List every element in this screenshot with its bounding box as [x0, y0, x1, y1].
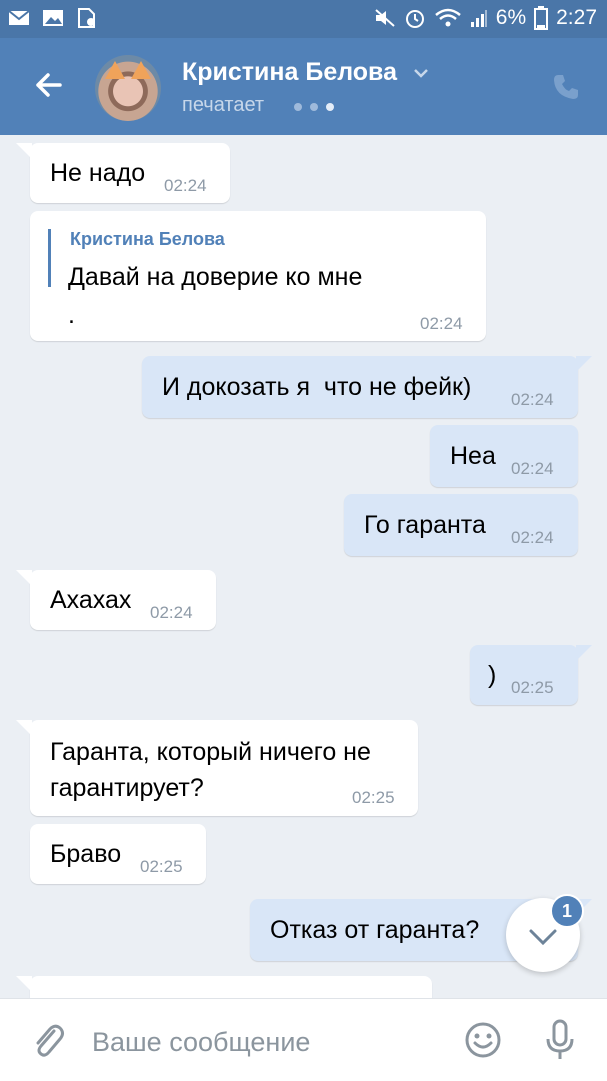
- message-time: 02:24: [511, 390, 554, 409]
- microphone-icon[interactable]: [544, 1019, 576, 1061]
- message-incoming[interactable]: Гаранта, который ничего не гарантирует? …: [16, 720, 418, 816]
- mail-icon: [8, 10, 30, 25]
- chat-header: Кристина Белова печатает: [0, 38, 607, 135]
- contact-name[interactable]: Кристина Белова: [182, 58, 397, 87]
- message-outgoing[interactable]: ) 02:25: [470, 645, 592, 705]
- signal-icon: [470, 10, 487, 27]
- mute-icon: [375, 9, 395, 27]
- message-text: Давай на доверие ко мне .: [68, 263, 363, 329]
- emoji-icon[interactable]: [464, 1021, 502, 1059]
- message-incoming-reply[interactable]: Кристина Белова Давай на доверие ко мне …: [30, 211, 486, 341]
- message-time: 02:25: [352, 788, 395, 807]
- message-time: 02:24: [511, 459, 554, 478]
- message-text: И докозать я что не фейк): [162, 373, 472, 401]
- image-icon: [43, 10, 63, 26]
- message-text: Ахахах: [50, 586, 132, 614]
- message-time: 02:24: [511, 528, 554, 547]
- phone-icon[interactable]: [551, 72, 581, 102]
- chevron-down-icon[interactable]: [412, 66, 430, 80]
- message-time: 02:24: [420, 314, 463, 333]
- battery-icon: [534, 6, 549, 30]
- battery-percent: 6%: [495, 6, 527, 29]
- message-text: Гаранта, который ничего не гарантирует?: [50, 738, 371, 802]
- file-icon: [78, 8, 95, 28]
- message-time: 02:24: [150, 603, 193, 622]
- message-time: 02:25: [140, 857, 183, 876]
- reply-quote-bar: [48, 229, 51, 287]
- status-bar: 6% 2:27: [0, 0, 607, 38]
- back-arrow-icon[interactable]: [28, 64, 70, 106]
- message-text: Отказ от гаранта?: [270, 916, 480, 944]
- message-incoming[interactable]: Браво 02:25: [30, 824, 206, 884]
- clock: 2:27: [556, 6, 597, 29]
- wifi-icon: [434, 8, 461, 27]
- typing-status: печатает: [182, 94, 265, 116]
- message-outgoing[interactable]: Неа 02:24: [430, 425, 578, 487]
- message-time: 02:24: [164, 176, 207, 195]
- typing-indicator: [294, 103, 334, 111]
- message-outgoing[interactable]: Го гаранта 02:24: [344, 494, 578, 556]
- message-outgoing[interactable]: И докозать я что не фейк) 02:24: [142, 356, 592, 418]
- message-incoming[interactable]: Не надо 02:24: [16, 143, 230, 203]
- message-incoming[interactable]: Ахахах 02:24: [16, 570, 216, 630]
- alarm-icon: [405, 10, 424, 28]
- message-input[interactable]: [90, 1019, 434, 1065]
- attach-icon[interactable]: [30, 1021, 66, 1061]
- message-text: Го гаранта: [364, 511, 486, 539]
- unread-badge: 1: [550, 894, 584, 928]
- message-text: Неа: [450, 442, 496, 470]
- message-time: 02:25: [511, 678, 554, 697]
- message-text: Не надо: [50, 159, 146, 187]
- reply-author: Кристина Белова: [70, 229, 225, 249]
- avatar[interactable]: [95, 55, 161, 121]
- message-composer: [0, 998, 607, 1081]
- message-text: Браво: [50, 840, 122, 868]
- message-text: ): [488, 661, 497, 689]
